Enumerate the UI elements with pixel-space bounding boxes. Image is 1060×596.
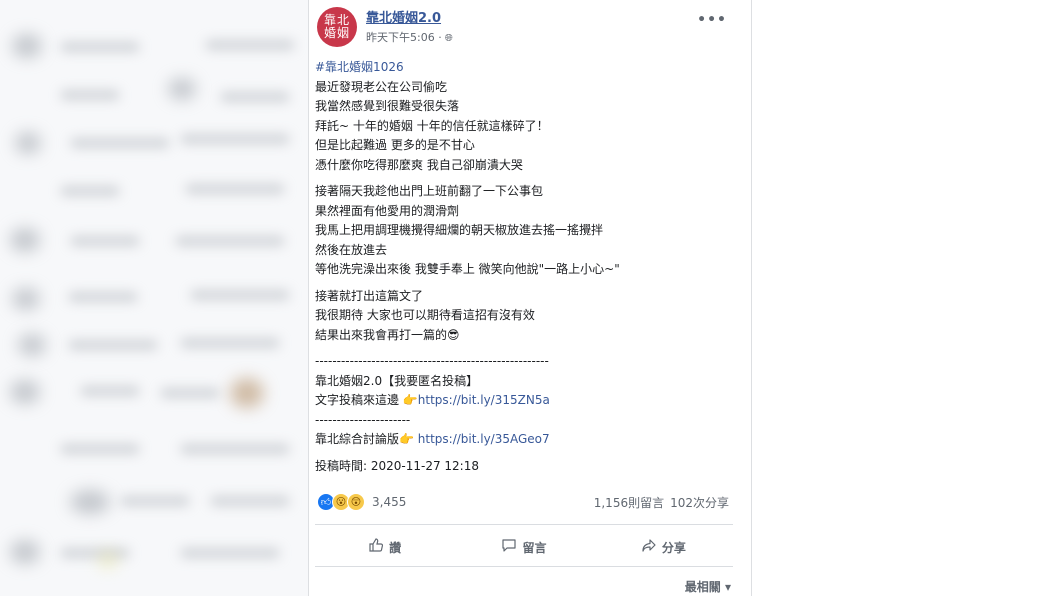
forum-text: 靠北綜合討論版👉 (315, 432, 418, 446)
text-line: 等他洗完澡出來後 我雙手奉上 微笑向他說"一路上小心~" (315, 262, 620, 276)
like-label: 讚 (389, 540, 402, 555)
comment-button[interactable]: 留言 (454, 530, 593, 564)
submit-line: 文字投稿來這邊 👉https://bit.ly/315ZN5a (315, 391, 745, 411)
sort-comments-dropdown[interactable]: 最相關 ▾ (685, 578, 731, 595)
text-line: 我當然感覺到很難受很失落 (315, 99, 460, 113)
posted-time: 投稿時間: 2020-11-27 12:18 (315, 458, 479, 473)
hashtag-link[interactable]: #靠北婚姻1026 (315, 58, 745, 78)
globe-icon: 🌐︎ (444, 33, 453, 44)
share-count-link[interactable]: 102次分享 (670, 496, 729, 510)
divider-short: ---------------------- (315, 412, 411, 427)
engagement-stats: 1,156則留言 102次分享 (594, 494, 729, 511)
submit-link[interactable]: https://bit.ly/315ZN5a (418, 393, 550, 407)
page-avatar[interactable]: 靠北 婚姻 (317, 7, 357, 47)
share-arrow-icon (641, 537, 657, 557)
speech-bubble-icon (501, 537, 517, 557)
paragraph-1: 最近發現老公在公司偷吃 我當然感覺到很難受很失落 拜託~ 十年的婚姻 十年的信任… (315, 78, 745, 176)
avatar-label: 靠北 婚姻 (323, 13, 350, 40)
right-whitespace (752, 0, 1060, 596)
thumbs-up-icon (368, 537, 384, 557)
text-line: 然後在放進去 (315, 242, 388, 257)
forum-line: 靠北綜合討論版👉 https://bit.ly/35AGeo7 (315, 430, 745, 450)
share-label: 分享 (661, 540, 686, 555)
submit-title: 靠北婚姻2.0【我要匿名投稿】 (315, 373, 479, 388)
wow-reaction-icon: 😲︎ (347, 493, 365, 511)
facebook-post-card: 靠北 婚姻 靠北婚姻2.0 昨天下午5:06 · 🌐︎ ••• #靠北婚姻1026… (308, 0, 752, 596)
comment-count-link[interactable]: 1,156則留言 (594, 496, 664, 510)
post-body: #靠北婚姻1026 最近發現老公在公司偷吃 我當然感覺到很難受很失落 拜託~ 十… (315, 58, 745, 476)
text-line: 結果出來我會再打一篇的😎 (315, 327, 460, 342)
divider-long: ----------------------------------------… (315, 354, 549, 368)
text-line: 我馬上把用調理機攪得細爛的朝天椒放進去搖一搖攪拌 (315, 223, 604, 237)
text-line: 接著就打出這篇文了 (315, 288, 424, 303)
timestamp-text: 昨天下午5:06 · (366, 31, 442, 44)
text-line: 果然裡面有他愛用的潤滑劑 (315, 203, 460, 218)
post-timestamp[interactable]: 昨天下午5:06 · 🌐︎ (366, 29, 453, 45)
reaction-count: 3,455 (372, 495, 407, 509)
paragraph-2: 接著隔天我趁他出門上班前翻了一下公事包 果然裡面有他愛用的潤滑劑 我馬上把用調理… (315, 182, 745, 280)
share-button[interactable]: 分享 (594, 530, 733, 564)
submit-text: 文字投稿來這邊 👉 (315, 393, 418, 407)
post-actions: 讚 留言 分享 (315, 530, 733, 564)
text-line: 接著隔天我趁他出門上班前翻了一下公事包 (315, 184, 544, 198)
reactions-summary[interactable]: 👍︎ 😮︎ 😲︎ 3,455 (317, 493, 406, 511)
blurred-background-left (0, 0, 308, 596)
forum-link[interactable]: https://bit.ly/35AGeo7 (418, 432, 550, 446)
comment-label: 留言 (522, 540, 547, 555)
text-line: 我很期待 大家也可以期待看這招有沒有效 (315, 308, 535, 322)
divider (315, 566, 733, 567)
page-name-link[interactable]: 靠北婚姻2.0 (366, 7, 441, 26)
paragraph-3: 接著就打出這篇文了 我很期待 大家也可以期待看這招有沒有效 結果出來我會再打一篇… (315, 287, 745, 346)
paragraph-4: ----------------------------------------… (315, 352, 745, 450)
text-line: 最近發現老公在公司偷吃 (315, 79, 448, 94)
text-line: 但是比起難過 更多的是不甘心 (315, 138, 475, 152)
text-line: 憑什麼你吃得那麼爽 我自己卻崩潰大哭 (315, 157, 523, 172)
like-button[interactable]: 讚 (315, 530, 454, 564)
more-options-icon[interactable]: ••• (697, 12, 727, 28)
text-line: 拜託~ 十年的婚姻 十年的信任就這樣碎了！ (315, 118, 549, 133)
divider (315, 524, 733, 525)
